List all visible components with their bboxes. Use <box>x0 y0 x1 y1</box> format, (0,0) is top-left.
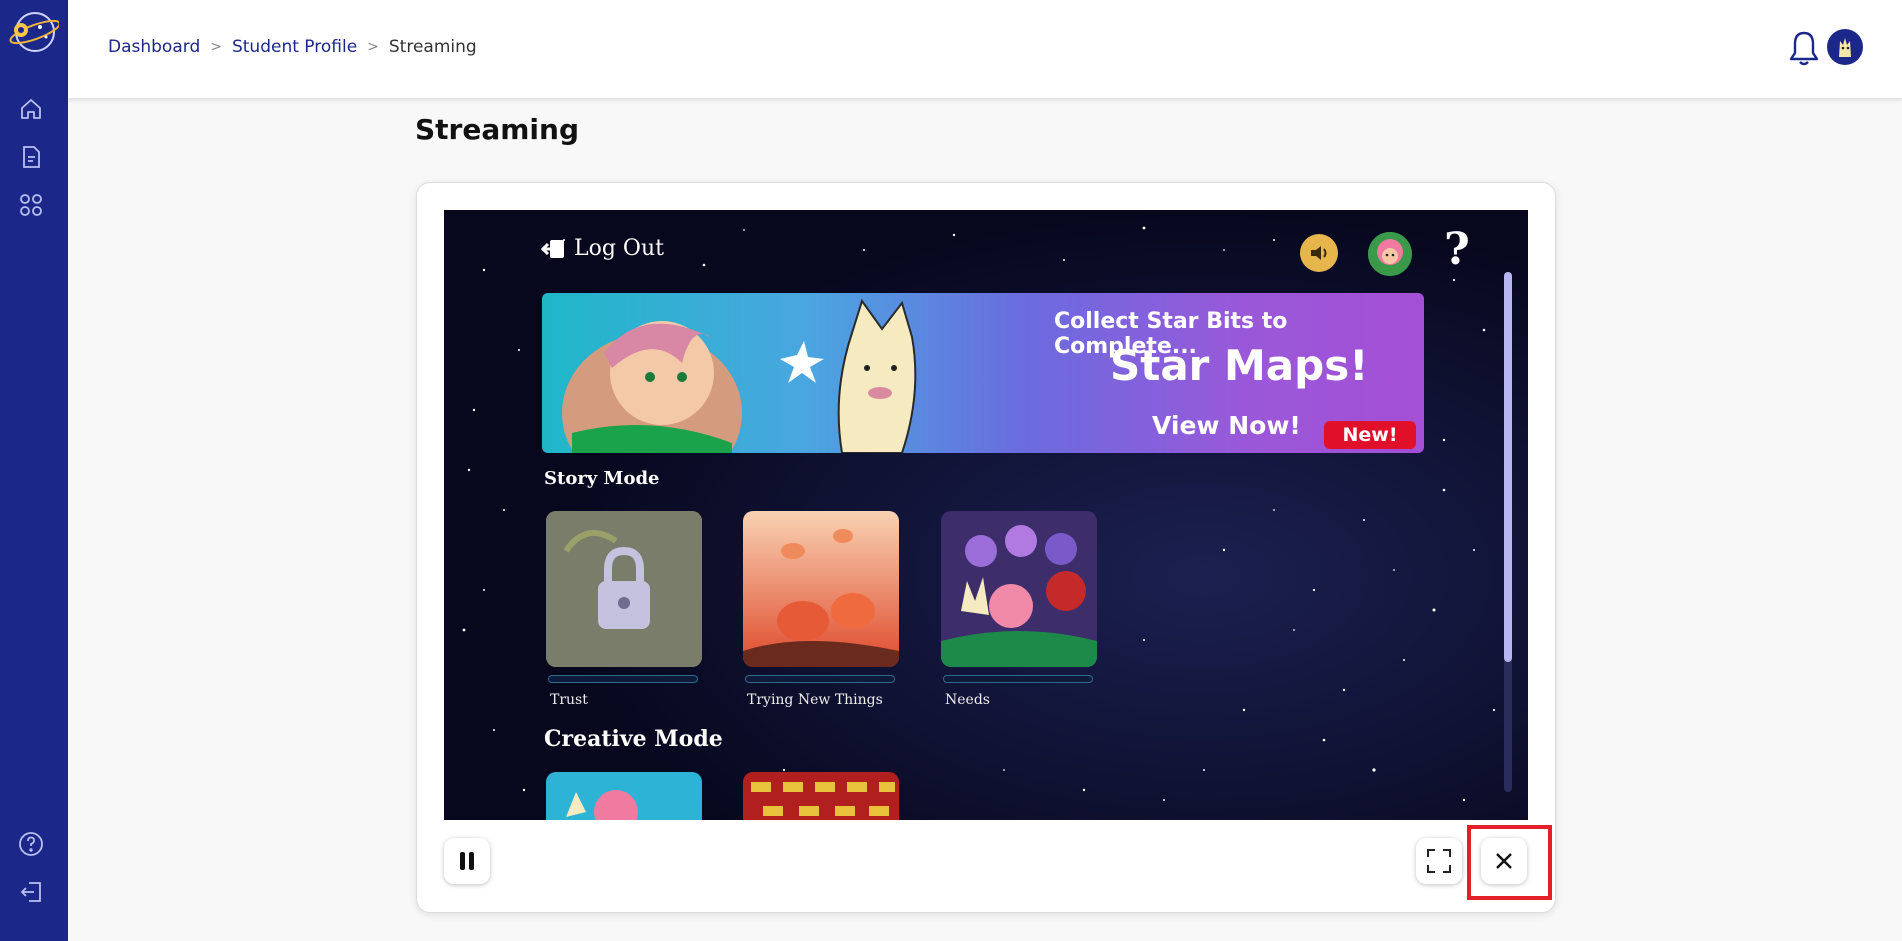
breadcrumb-dashboard[interactable]: Dashboard <box>108 37 200 57</box>
story-mode-title: Story Mode <box>544 468 660 489</box>
document-icon[interactable] <box>17 143 45 171</box>
breadcrumb-student-profile[interactable]: Student Profile <box>232 37 357 57</box>
banner-line-2: Star Maps! <box>1110 341 1369 390</box>
apps-grid-icon[interactable] <box>17 191 45 219</box>
user-avatar[interactable] <box>1827 29 1863 65</box>
tile-art-creative-2 <box>743 772 899 820</box>
game-logout-button[interactable]: Log Out <box>540 236 664 261</box>
close-button-highlight <box>1467 825 1552 900</box>
star-maps-banner[interactable]: Collect Star Bits to Complete... Star Ma… <box>542 293 1424 453</box>
creative-tile-1[interactable] <box>546 772 702 820</box>
game-logout-label: Log Out <box>574 236 664 261</box>
creative-tile-2[interactable] <box>743 772 899 820</box>
story-tile-needs[interactable] <box>941 511 1097 667</box>
lock-icon <box>546 511 702 667</box>
story-tile-trying-new-things[interactable] <box>743 511 899 667</box>
game-scrollbar-thumb[interactable] <box>1504 272 1512 662</box>
tile-label-trust: Trust <box>550 692 588 708</box>
pause-icon <box>460 852 474 870</box>
breadcrumb-separator: > <box>210 39 222 55</box>
logout-icon[interactable] <box>17 878 45 906</box>
tile-art-creative-1 <box>546 772 702 820</box>
home-icon[interactable] <box>17 95 45 123</box>
progress-bar-needs <box>943 675 1093 683</box>
tile-label-needs: Needs <box>945 692 990 708</box>
banner-line-3: View Now! <box>1152 411 1301 440</box>
pause-button[interactable] <box>444 838 490 884</box>
help-icon[interactable] <box>17 830 45 858</box>
stream-viewport[interactable]: Log Out ? Collect Star Bits to Complete.… <box>444 210 1528 820</box>
game-help-icon[interactable]: ? <box>1444 224 1470 275</box>
tile-label-trying-new-things: Trying New Things <box>747 692 883 708</box>
door-icon <box>540 239 564 258</box>
story-tile-trust[interactable] <box>546 511 702 667</box>
page-title: Streaming <box>415 113 579 146</box>
creative-mode-title: Creative Mode <box>544 726 723 752</box>
breadcrumb: Dashboard > Student Profile > Streaming <box>108 37 477 57</box>
fullscreen-button[interactable] <box>1416 838 1462 884</box>
planet-logo[interactable] <box>7 10 61 54</box>
tile-art-trying-new-things <box>743 511 899 667</box>
new-badge: New! <box>1324 421 1416 449</box>
fullscreen-icon <box>1427 849 1451 873</box>
bell-icon[interactable] <box>1786 28 1822 68</box>
breadcrumb-separator: > <box>367 39 379 55</box>
game-avatar[interactable] <box>1368 232 1412 276</box>
breadcrumb-current: Streaming <box>388 37 477 57</box>
progress-bar-trust <box>548 675 698 683</box>
tile-art-needs <box>941 511 1097 667</box>
top-bar: Dashboard > Student Profile > Streaming <box>68 0 1902 98</box>
sound-icon[interactable] <box>1300 234 1338 272</box>
sidebar <box>0 0 68 941</box>
progress-bar-trying-new-things <box>745 675 895 683</box>
